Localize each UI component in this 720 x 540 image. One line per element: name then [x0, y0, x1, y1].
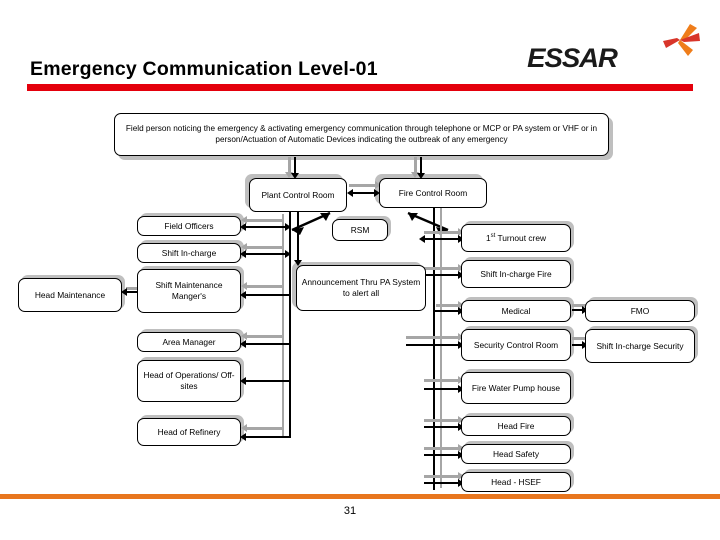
node-first-turnout-crew: 1st Turnout crew: [461, 224, 571, 252]
connector-area-manager: [246, 343, 291, 345]
node-plant-control-room: Plant Control Room: [249, 178, 347, 212]
connector-plant-to-announcement: [297, 212, 299, 264]
connector-head-fire-gray: [424, 419, 462, 422]
connector-shift-maintenance: [246, 294, 291, 296]
node-shift-maintenance-managers: Shift Maintenance Manger's: [137, 269, 241, 313]
node-head-maintenance: Head Maintenance: [18, 278, 122, 312]
page-title: Emergency Communication Level-01: [30, 58, 378, 80]
connector-fire-water: [424, 388, 462, 390]
arrowhead-field-officers-return: [285, 223, 291, 231]
footer-divider-rule: [0, 494, 720, 499]
connector-security: [406, 344, 462, 346]
connector-head-hsef-gray: [424, 475, 462, 478]
node-shift-in-charge: Shift In-charge: [137, 243, 241, 263]
right-trunk-gray: [440, 207, 442, 488]
node-fire-water-pump-house: Fire Water Pump house: [461, 372, 571, 404]
node-trigger: Field person noticing the emergency & ac…: [114, 113, 609, 156]
arrowhead-shift-maintenance-gray: [241, 282, 247, 290]
node-announcement: Announcement Thru PA System to alert all: [296, 265, 426, 311]
connector-security-shift-gray: [572, 337, 586, 340]
node-head-hsef: Head - HSEF: [461, 472, 571, 492]
connector-plant-fire-gray: [349, 184, 377, 187]
arrowhead-area-manager-gray: [241, 332, 247, 340]
connector-head-refinery: [246, 436, 291, 438]
connector-head-safety-gray: [424, 447, 462, 450]
connector-fire-water-gray: [424, 379, 462, 382]
node-head-of-operations: Head of Operations/ Off-sites: [137, 360, 241, 402]
title-divider-rule: [27, 84, 693, 91]
left-trunk-black: [289, 212, 291, 438]
connector-turnout-crew-gray: [424, 231, 462, 234]
turnout-crew-label: 1st Turnout crew: [485, 232, 547, 243]
node-shift-in-charge-security: Shift In-charge Security: [585, 329, 695, 363]
essar-pinwheel-icon: [663, 24, 700, 56]
connector-security-gray: [406, 336, 462, 339]
node-head-fire: Head Fire: [461, 416, 571, 436]
connector-area-manager-gray: [246, 335, 284, 338]
node-fmo: FMO: [585, 300, 695, 322]
arrowhead-turnout-crew-return: [419, 235, 425, 243]
slide-canvas: Emergency Communication Level-01 ESSAR F…: [0, 0, 720, 540]
connector-turnout-crew: [424, 238, 462, 240]
node-head-safety: Head Safety: [461, 444, 571, 464]
connector-field-officers-gray: [246, 219, 284, 222]
essar-logo: ESSAR: [527, 24, 700, 74]
node-area-manager: Area Manager: [137, 332, 241, 352]
node-head-of-refinery: Head of Refinery: [137, 418, 241, 446]
connector-shift-fire-gray: [424, 267, 462, 270]
connector-shift-fire: [424, 274, 462, 276]
node-rsm: RSM: [332, 219, 388, 241]
arrowhead-head-refinery-gray: [241, 424, 247, 432]
connector-head-fire: [424, 426, 462, 428]
connector-shift-maintenance-gray: [246, 285, 284, 288]
node-security-control-room: Security Control Room: [461, 329, 571, 361]
node-field-officers: Field Officers: [137, 216, 241, 236]
arrowhead-shift-in-charge-return: [285, 250, 291, 258]
page-number: 31: [343, 505, 357, 517]
connector-shift-in-charge-gray: [246, 246, 284, 249]
node-shift-in-charge-fire: Shift In-charge Fire: [461, 260, 571, 288]
connector-head-refinery-gray: [246, 427, 284, 430]
connector-head-operations: [246, 380, 291, 382]
essar-wordmark: ESSAR: [527, 43, 618, 73]
connector-plant-fire-bidirectional: [352, 192, 376, 194]
connector-head-hsef: [424, 482, 462, 484]
node-fire-control-room: Fire Control Room: [379, 178, 487, 208]
node-medical: Medical: [461, 300, 571, 322]
connector-head-safety: [424, 454, 462, 456]
arrowhead-fire-to-plant: [347, 189, 353, 197]
